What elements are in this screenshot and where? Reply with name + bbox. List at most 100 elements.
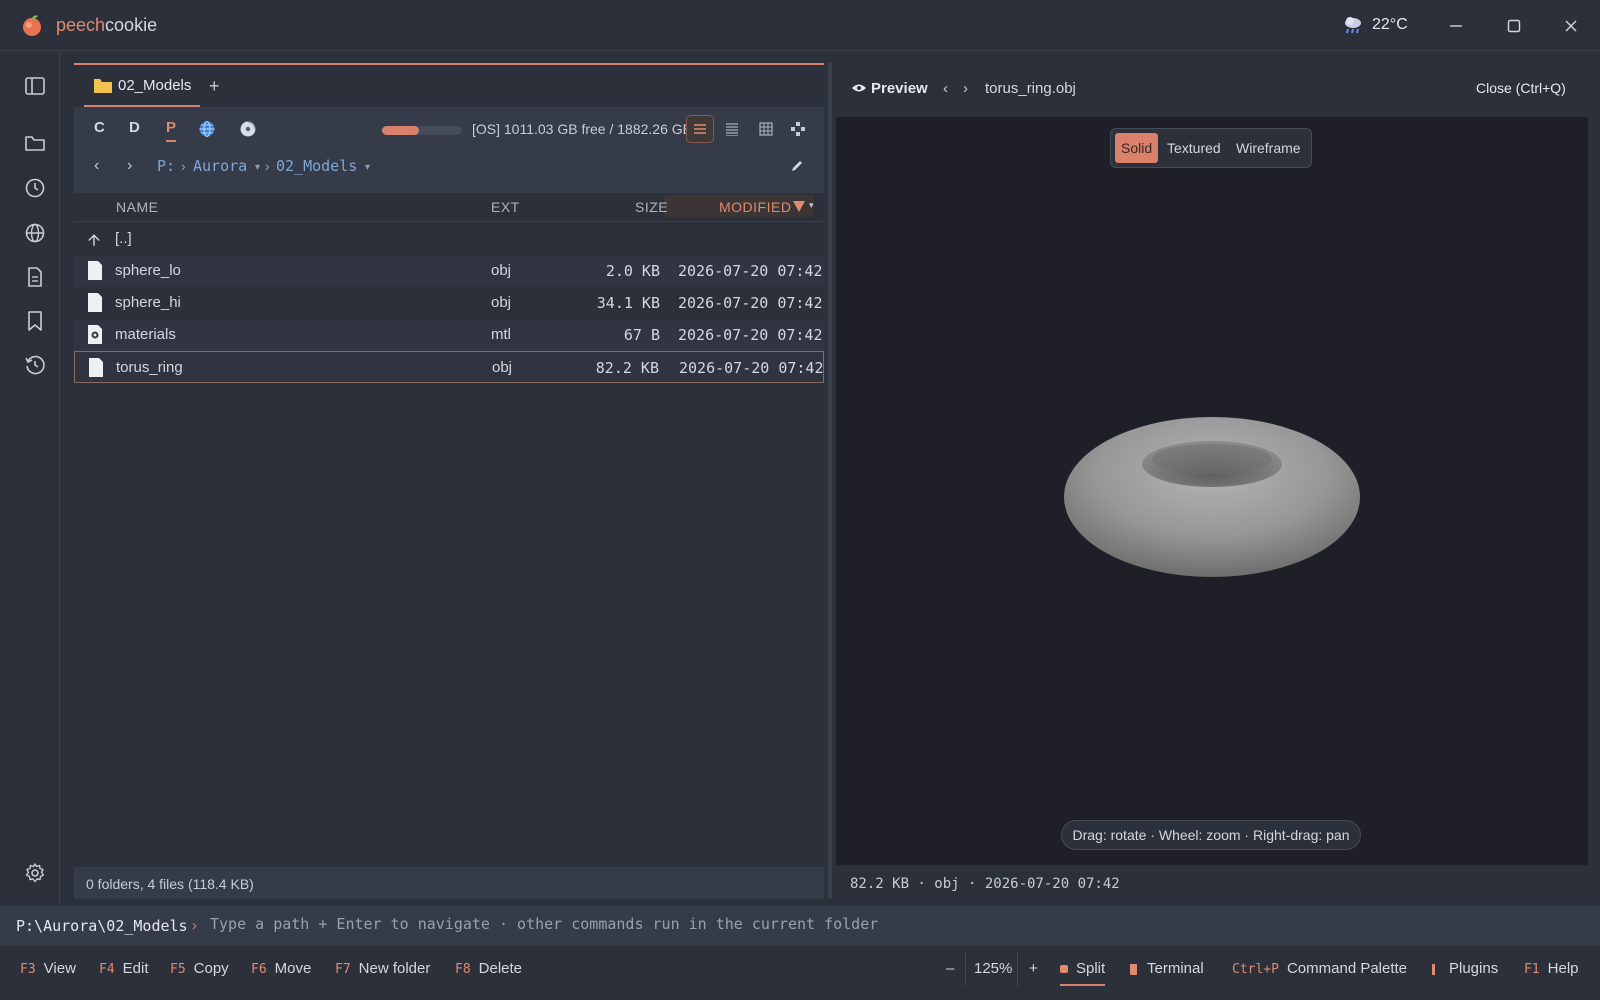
cloud-rain-icon [1342,15,1364,35]
column-ext[interactable]: EXT [491,199,520,215]
plugins-button[interactable]: Plugins [1432,960,1498,977]
tiles-icon [791,122,805,136]
model-viewport[interactable] [836,117,1588,865]
breadcrumb-aurora[interactable]: Aurora [193,157,247,175]
viewport-hint: Drag: rotate · Wheel: zoom · Right-drag:… [1061,820,1361,850]
f6-move-button[interactable]: F6 Move [251,960,311,977]
mode-textured-button[interactable]: Textured [1161,133,1227,163]
preview-file-meta: 82.2 KB · obj · 2026-07-20 07:42 [850,876,1120,892]
edit-path-icon[interactable] [790,159,804,173]
network-globe-icon[interactable] [198,120,216,138]
table-row-selected[interactable]: torus_ring obj 82.2 KB 2026-07-20 07:42 [74,351,824,383]
folder-icon[interactable] [24,132,50,158]
f5-copy-button[interactable]: F5 Copy [170,960,229,977]
sort-desc-icon[interactable] [793,201,805,212]
file-modified: 2026-07-20 07:42 [678,294,823,312]
f8-delete-button[interactable]: F8 Delete [455,960,522,977]
split-button[interactable]: Split [1060,960,1106,986]
breadcrumb-02-models[interactable]: 02_Models [276,157,357,175]
zoom-level: 125% [974,960,1013,977]
gear-icon[interactable] [24,862,50,888]
drive-c[interactable]: C [94,119,105,136]
help-button[interactable]: F1 Help [1524,960,1579,977]
table-row[interactable]: materials mtl 67 B 2026-07-20 07:42 [74,319,824,351]
table-row[interactable]: sphere_hi obj 34.1 KB 2026-07-20 07:42 [74,287,824,319]
file-name: sphere_hi [115,294,181,311]
divider [1017,952,1018,986]
nav-back-button[interactable]: ‹ [94,157,99,175]
file-modified: 2026-07-20 07:42 [679,359,824,377]
arrow-up-icon [88,234,100,246]
view-tiles-button[interactable] [784,115,812,143]
close-preview-button[interactable]: Close (Ctrl+Q) [1476,80,1566,96]
file-name: torus_ring [116,359,183,376]
drive-d[interactable]: D [129,119,140,136]
f4-edit-button[interactable]: F4 Edit [99,960,149,977]
tab-label: 02_Models [118,76,192,94]
add-tab-button[interactable]: + [209,76,220,97]
f3-view-button[interactable]: F3 View [20,960,76,977]
preview-prev-button[interactable]: ‹ [943,80,948,97]
weather-temperature: 22°C [1372,16,1408,33]
details-icon [726,123,738,136]
file-ext: mtl [491,326,511,343]
file-modified: 2026-07-20 07:42 [678,326,823,344]
drive-p[interactable]: P [166,119,177,142]
breadcrumb-drive[interactable]: P: [157,157,175,175]
torus-model [1064,417,1360,577]
globe-icon[interactable] [24,222,50,248]
file-ext: obj [492,359,513,376]
maximize-button[interactable] [1500,12,1528,40]
chevron-down-icon[interactable]: ▾ [255,162,260,173]
preview-next-button[interactable]: › [963,80,968,97]
terminal-button[interactable]: Terminal [1130,960,1204,977]
sidebar-toggle-icon[interactable] [24,75,50,101]
view-details-button[interactable] [718,115,746,143]
history-icon[interactable] [24,354,50,380]
pane-divider[interactable] [828,63,832,899]
divider [965,952,966,986]
breadcrumb-separator: › [265,158,270,174]
document-icon[interactable] [24,266,50,292]
view-grid-button[interactable] [752,115,780,143]
breadcrumb-separator: › [181,158,186,174]
nav-forward-button[interactable]: › [127,157,132,175]
view-list-button[interactable] [686,115,714,143]
command-path: P:\Aurora\02_Models [16,917,188,935]
disc-icon[interactable] [239,120,257,138]
tab-02-models[interactable]: 02_Models [84,65,200,107]
column-name[interactable]: NAME [116,199,158,215]
app-name: peechcookie [56,15,158,35]
grid-icon [759,122,773,136]
chevron-down-icon[interactable]: ▾ [365,162,370,173]
file-size: 67 B [623,326,660,344]
mode-solid-button[interactable]: Solid [1115,133,1159,163]
minimize-icon [1450,25,1462,27]
minimize-button[interactable] [1442,12,1470,40]
f7-new-folder-button[interactable]: F7 New folder [335,960,430,977]
chevron-down-icon[interactable]: ▾ [809,200,814,211]
table-row[interactable]: sphere_lo obj 2.0 KB 2026-07-20 07:42 [74,255,824,287]
clock-icon[interactable] [24,177,50,203]
column-size[interactable]: SIZE [635,199,668,215]
disk-usage-text: [OS] 1011.03 GB free / 1882.26 GB [472,121,692,137]
zoom-out-button[interactable]: – [946,960,954,977]
file-name: sphere_lo [115,262,181,279]
command-input[interactable] [210,910,1210,938]
status-text: 0 folders, 4 files (118.4 KB) [86,876,254,892]
close-icon [1565,20,1577,32]
eye-icon [852,83,866,93]
close-button[interactable] [1557,12,1585,40]
command-prompt-arrow: › [192,917,197,934]
command-palette-button[interactable]: Ctrl+P Command Palette [1232,960,1407,977]
file-ext: obj [491,294,512,311]
file-name: materials [115,326,176,343]
file-icon [88,293,102,312]
zoom-in-button[interactable]: + [1029,960,1038,977]
bookmark-icon[interactable] [24,310,50,336]
parent-folder-row[interactable]: [..] [74,223,824,255]
mode-wireframe-button[interactable]: Wireframe [1230,133,1307,163]
column-modified[interactable]: MODIFIED [719,199,791,215]
file-modified: 2026-07-20 07:42 [678,262,823,280]
maximize-icon [1507,19,1521,33]
